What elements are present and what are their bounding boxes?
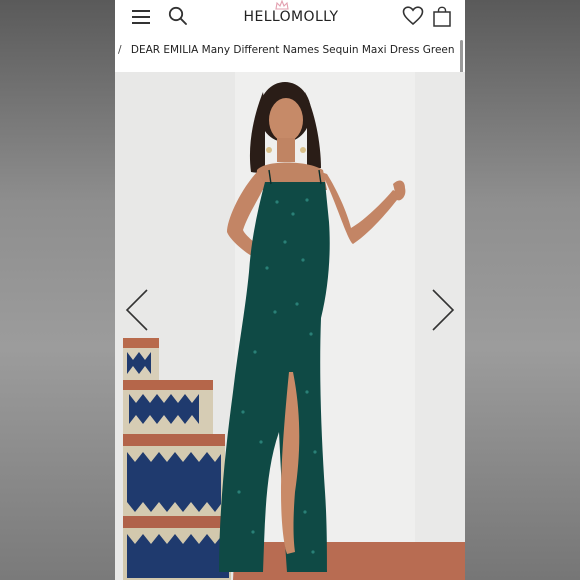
product-image[interactable]	[115, 72, 465, 580]
breadcrumb-separator: /	[118, 44, 122, 56]
search-icon[interactable]	[168, 6, 188, 26]
phone-screen: HELLOMOLLY / DEAR EMILIA Many Different …	[115, 0, 465, 580]
breadcrumb: / DEAR EMILIA Many Different Names Sequi…	[115, 40, 465, 62]
breadcrumb-current-page: DEAR EMILIA Many Different Names Sequin …	[130, 44, 455, 56]
blurred-background-left	[0, 0, 115, 580]
blurred-background-right	[465, 0, 580, 580]
chevron-left-icon[interactable]	[123, 288, 153, 332]
site-logo[interactable]: HELLOMOLLY	[235, 9, 347, 29]
model-photo	[115, 72, 465, 580]
shopping-bag-icon[interactable]	[432, 6, 452, 28]
site-header: HELLOMOLLY	[115, 0, 465, 36]
chevron-right-icon[interactable]	[427, 288, 457, 332]
hamburger-icon[interactable]	[132, 9, 150, 25]
heart-icon[interactable]	[402, 6, 424, 26]
scrollbar[interactable]	[460, 40, 463, 74]
